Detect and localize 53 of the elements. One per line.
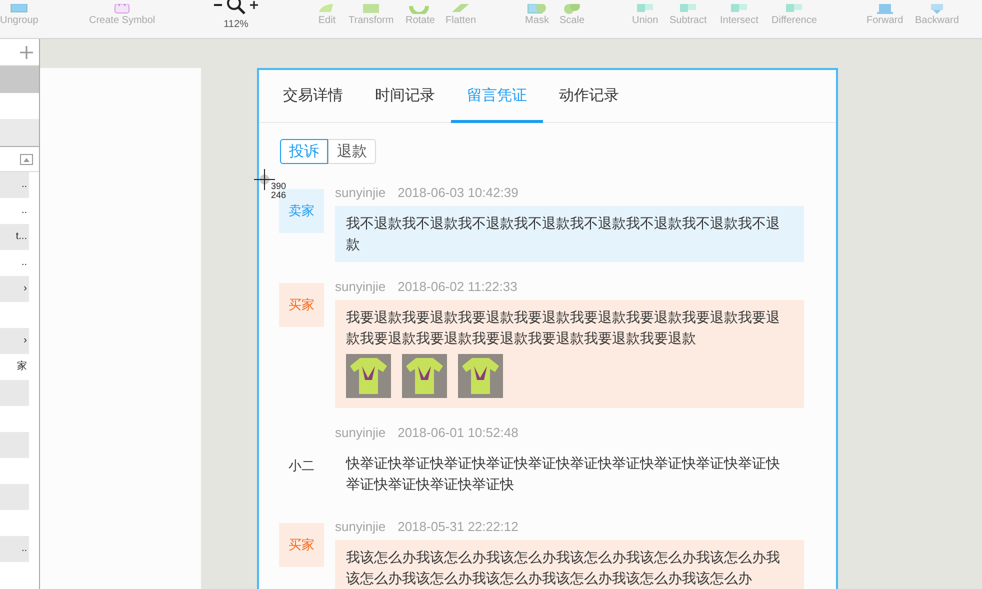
layer-group-row[interactable] [0,66,39,93]
timestamp: 2018-06-03 10:42:39 [398,184,518,202]
role-label: 小二 [288,457,316,476]
layer-row[interactable]: › [0,276,29,302]
layer-group-row[interactable] [0,119,39,147]
toolbar-label[interactable]: Forward [866,15,904,27]
message-text: 我该怎么办我该怎么办我该怎么办我该怎么办我该怎么办我该怎么办我该怎么办我该怎么办我该怎么办我该怎么办我该怎么办我该怎么办 [346,548,781,588]
message-text: 我不退款我不退款我不退款我不退款我不退款我不退款我不退款我不退款 [346,214,781,254]
toolbar-label[interactable]: Transform [348,15,394,27]
toolbar-label[interactable]: Difference [772,15,817,27]
toolbar-label[interactable]: Ungroup [0,15,38,27]
toolbar-label[interactable]: Scale [560,15,585,27]
username: sunyinjie [335,184,386,202]
timestamp: 2018-05-31 22:22:12 [398,518,518,536]
mask-icon[interactable] [525,4,549,14]
collapse-icon[interactable] [20,154,33,164]
role-badge: 买家 [279,283,324,327]
toolbar-label[interactable]: Create Symbol [89,15,156,27]
layer-row[interactable]: .. [0,172,29,198]
toolbar-label[interactable]: Backward [915,15,959,27]
tab[interactable]: 交易详情 [267,70,359,123]
coordinate-label: 390 [271,182,286,191]
shirt-photo[interactable] [458,354,503,398]
layer-row[interactable]: t... [0,224,29,250]
shirt-photo[interactable] [346,354,391,398]
username: sunyinjie [335,424,386,442]
timestamp: 2018-06-01 10:52:48 [398,424,518,442]
tab[interactable]: 留言凭证 [451,70,543,123]
zoom-in-icon[interactable] [250,1,258,9]
toolbar-label[interactable]: Intersect [720,15,758,27]
toolbar-label[interactable]: Flatten [446,15,476,27]
layer-row[interactable]: › [0,328,29,354]
tab[interactable]: 动作记录 [543,70,635,123]
toolbar-label[interactable]: Edit [318,15,336,27]
timestamp: 2018-06-02 11:22:33 [398,278,518,296]
username: sunyinjie [335,518,386,536]
toolbar-label[interactable]: Subtract [670,15,707,27]
toolbar-label[interactable]: Mask [525,15,549,27]
message-text: 我要退款我要退款我要退款我要退款我要退款我要退款我要退款我要退款我要退款我要退款我要退款我要退款我要退款我要退款 [346,308,781,348]
username: sunyinjie [335,278,386,296]
toolbar-label[interactable]: Rotate [406,15,435,27]
zoom-level: 112% [224,19,248,31]
search-icon[interactable] [226,0,246,15]
toolbar-label[interactable]: Union [632,15,658,27]
tab[interactable]: 时间记录 [359,70,451,123]
shirt-photo[interactable] [402,354,447,398]
filter-button[interactable]: 投诉 [280,139,328,164]
filter-button[interactable]: 退款 [328,139,376,164]
message-text: 快举证快举证快举证快举证快举证快举证快举证快举证快举证快举证快举证快举证快举证快举证快 [346,454,781,494]
role-badge: 买家 [279,523,324,567]
layer-row[interactable]: .. [0,536,29,562]
coordinate-label: 246 [271,191,286,200]
add-icon[interactable] [20,46,33,58]
